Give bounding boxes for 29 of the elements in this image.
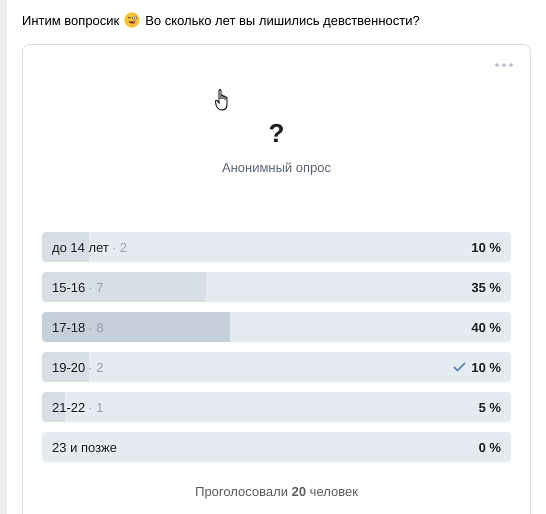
percent-label: 5 % — [478, 400, 501, 414]
vote-count: · 2 — [88, 360, 104, 374]
option-label: 19-20 — [52, 360, 86, 374]
percent-label: 0 % — [478, 440, 501, 454]
vote-count: · 1 — [88, 400, 104, 414]
poll-option[interactable]: 23 и позже 0 % — [42, 432, 511, 462]
post-text: Во сколько лет вы лишились девственности? — [145, 12, 420, 28]
poll-option[interactable]: 15-16 · 7 35 % — [42, 272, 511, 302]
option-label: 23 и позже — [52, 440, 117, 454]
more-icon[interactable] — [495, 63, 513, 67]
option-label: 17-18 — [52, 320, 86, 334]
vote-count: · 7 — [88, 280, 104, 294]
winking-face-icon — [124, 12, 140, 28]
percent-label: 10 % — [471, 360, 501, 374]
option-label: 15-16 — [52, 280, 86, 294]
vote-total: Проголосовали 20 человек — [195, 484, 358, 499]
option-label: 21-22 — [52, 400, 86, 414]
check-icon — [453, 362, 466, 372]
poll-title: ? — [268, 118, 284, 148]
percent-label: 35 % — [471, 280, 501, 294]
vote-count: · 2 — [112, 240, 128, 254]
poll-type-label: Анонимный опрос — [222, 160, 332, 175]
percent-label: 40 % — [471, 320, 501, 334]
percent-label: 10 % — [471, 240, 501, 254]
option-label: до 14 лет — [52, 240, 109, 254]
post-text: Интим вопросик — [22, 12, 120, 28]
poll-option[interactable]: 21-22 · 1 5 % — [42, 392, 511, 422]
poll-option[interactable]: до 14 лет · 2 10 % — [42, 232, 511, 262]
poll-option[interactable]: 19-20 · 2 10 % — [42, 352, 511, 382]
